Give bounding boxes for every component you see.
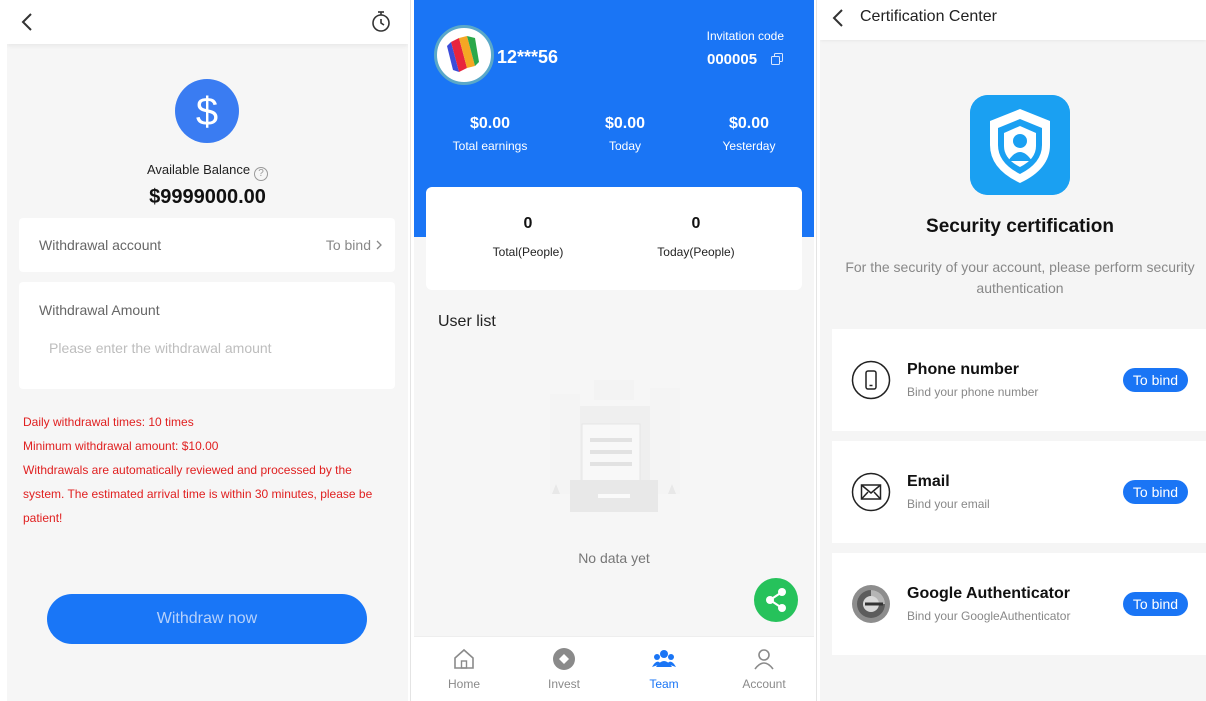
bind-item-subtitle: Bind your email <box>907 497 990 511</box>
svg-text:$: $ <box>196 90 218 134</box>
withdrawal-account-label: Withdrawal account <box>39 237 162 253</box>
balance-value: $9999000.00 <box>149 186 266 208</box>
page-title: Certification Center <box>860 8 997 25</box>
invitation-code-label: Invitation code <box>706 29 784 43</box>
tab-label: Home <box>447 677 480 691</box>
dollar-icon: $ <box>175 79 239 143</box>
tab-invest[interactable]: Invest <box>514 637 614 701</box>
authenticator-icon <box>852 585 890 623</box>
help-icon[interactable]: ? <box>254 167 269 181</box>
tab-account[interactable]: Account <box>714 637 814 701</box>
team-icon <box>652 650 676 667</box>
tab-team[interactable]: Team <box>614 637 714 701</box>
withdrawal-rules: Daily withdrawal times: 10 times Minimum… <box>23 410 383 530</box>
phone-icon <box>851 360 891 400</box>
certification-header: Certification Center <box>820 0 1206 40</box>
security-shield-icon <box>970 95 1070 195</box>
panel-divider <box>410 0 411 701</box>
people-value: 0 <box>691 215 701 232</box>
people-value: 0 <box>523 215 533 232</box>
withdraw-now-button[interactable]: Withdraw now <box>47 594 367 644</box>
rule-line: Daily withdrawal times: 10 times <box>23 415 194 429</box>
team-screen: 12***56 Invitation code 000005 $0.00 Tot… <box>414 0 814 701</box>
withdrawal-account-row[interactable]: Withdrawal account To bind <box>19 218 395 272</box>
people-today: 0 Today(People) <box>616 215 776 259</box>
invitation-code: 000005 <box>707 51 758 68</box>
bind-item-phone: Phone number Bind your phone number To b… <box>832 329 1206 431</box>
panel-divider <box>816 0 817 701</box>
copy-icon[interactable] <box>771 53 783 66</box>
balance-label: Available Balance? <box>7 162 408 181</box>
people-label: Total(People) <box>492 245 564 259</box>
tab-label: Team <box>649 677 679 691</box>
history-clock-icon[interactable] <box>369 10 393 34</box>
stat-value: $0.00 <box>728 115 770 132</box>
rule-line: Minimum withdrawal amount: $10.00 <box>23 439 219 453</box>
tab-label: Account <box>742 677 786 691</box>
empty-state-text: No data yet <box>578 550 650 566</box>
bind-item-title: Google Authenticator <box>907 585 1070 602</box>
share-button[interactable] <box>754 578 798 622</box>
to-bind-link[interactable]: To bind <box>326 237 371 253</box>
withdrawal-amount-label: Withdrawal Amount <box>39 302 160 318</box>
account-icon <box>754 649 774 670</box>
stat-label: Yesterday <box>722 139 776 153</box>
home-icon <box>454 648 474 669</box>
stat-label: Total earnings <box>452 139 528 153</box>
bind-item-google-authenticator: Google Authenticator Bind your GoogleAut… <box>832 553 1206 655</box>
back-arrow-icon[interactable] <box>17 10 37 34</box>
people-summary-card: 0 Total(People) 0 Today(People) <box>426 187 802 290</box>
stat-today: $0.00 Today <box>565 115 685 153</box>
stat-total-earnings: $0.00 Total earnings <box>430 115 550 153</box>
chevron-right-icon <box>376 240 382 250</box>
to-bind-button[interactable]: To bind <box>1123 368 1188 392</box>
avatar[interactable] <box>434 25 494 85</box>
rule-line: Withdrawals are automatically reviewed a… <box>23 463 373 525</box>
withdrawal-amount-card: Withdrawal Amount <box>19 282 395 389</box>
to-bind-button[interactable]: To bind <box>1123 592 1188 616</box>
stat-value: $0.00 <box>604 115 646 132</box>
tab-label: Invest <box>547 677 580 691</box>
withdrawal-amount-input[interactable] <box>39 336 375 360</box>
invest-icon <box>553 648 575 670</box>
bind-item-title: Email <box>907 473 950 490</box>
username: 12***56 <box>497 47 559 67</box>
bottom-tab-bar: Home Invest Team Account <box>414 636 814 701</box>
bind-item-title: Phone number <box>907 361 1020 378</box>
withdraw-screen: $ Available Balance? $9999000.00 Withdra… <box>7 0 408 701</box>
people-total: 0 Total(People) <box>448 215 608 259</box>
tab-home[interactable]: Home <box>414 637 514 701</box>
share-icon <box>766 588 786 612</box>
to-bind-button[interactable]: To bind <box>1123 480 1188 504</box>
bind-item-subtitle: Bind your GoogleAuthenticator <box>907 609 1071 623</box>
bind-item-email: Email Bind your email To bind <box>832 441 1206 543</box>
empty-box-illustration <box>550 380 680 512</box>
stat-label: Today <box>608 139 642 153</box>
user-list-title: User list <box>438 313 496 330</box>
withdraw-header <box>7 0 408 44</box>
balance-label-text: Available Balance <box>146 162 251 177</box>
back-arrow-icon[interactable] <box>830 7 846 29</box>
certification-screen: Certification Center Security certificat… <box>820 0 1206 701</box>
security-description: For the security of your account, please… <box>845 259 1195 296</box>
security-title: Security certification <box>926 216 1114 237</box>
stat-yesterday: $0.00 Yesterday <box>689 115 809 153</box>
bind-item-subtitle: Bind your phone number <box>907 385 1039 399</box>
stat-value: $0.00 <box>469 115 511 132</box>
email-icon <box>851 472 891 512</box>
people-label: Today(People) <box>657 245 735 259</box>
